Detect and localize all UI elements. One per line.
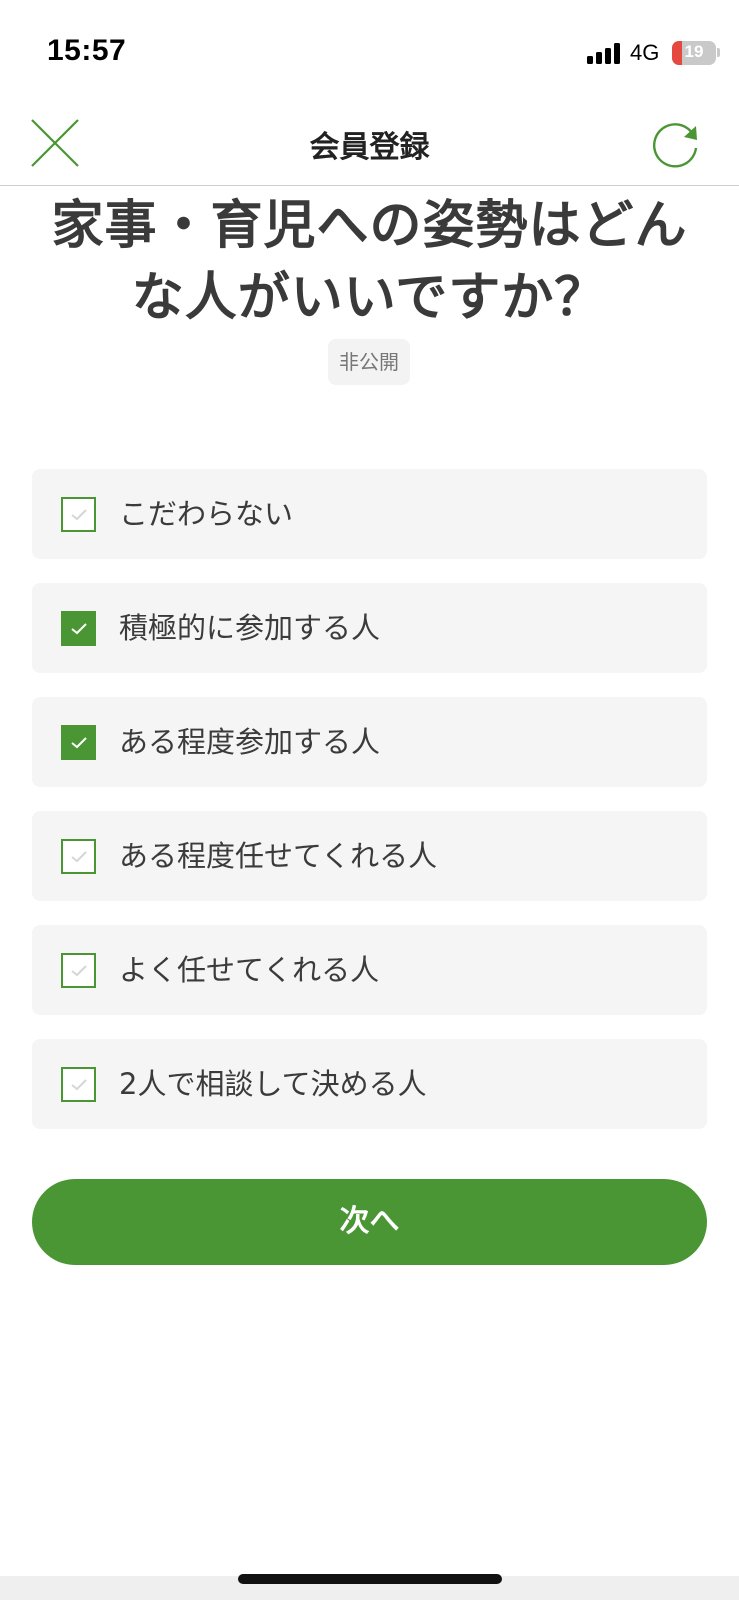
private-badge: 非公開	[328, 339, 410, 385]
check-icon	[71, 623, 87, 635]
status-time: 15:57	[47, 34, 127, 67]
checkbox[interactable]	[61, 953, 96, 988]
check-icon	[71, 509, 87, 521]
checkbox[interactable]	[61, 725, 96, 760]
option-label: よく任せてくれる人	[119, 953, 380, 987]
check-icon	[71, 965, 87, 977]
option-list: こだわらない 積極的に参加する人 ある程度参加する人 ある程度任せてくれる人 よ…	[32, 469, 707, 1153]
question-heading: 家事・育児への姿勢はどん な人がいいですか？	[20, 190, 719, 334]
next-button[interactable]: 次へ	[32, 1179, 707, 1265]
question-line-1: 家事・育児への姿勢はどん	[51, 196, 688, 256]
battery-percent: 19	[684, 42, 704, 61]
check-icon	[71, 737, 87, 749]
reload-icon	[652, 123, 698, 168]
option-item[interactable]: 2人で相談して決める人	[32, 1039, 707, 1129]
status-bar: 15:57 4G 19	[0, 0, 739, 100]
option-item[interactable]: よく任せてくれる人	[32, 925, 707, 1015]
home-indicator[interactable]	[238, 1574, 502, 1584]
option-item[interactable]: ある程度任せてくれる人	[32, 811, 707, 901]
option-label: ある程度参加する人	[119, 725, 381, 759]
checkbox[interactable]	[61, 839, 96, 874]
checkbox[interactable]	[61, 497, 96, 532]
reload-button[interactable]	[650, 118, 702, 170]
nav-header: 会員登録	[0, 100, 739, 186]
signup-screen: 15:57 4G 19 会員登録 家事・育児への姿勢はどん な人がいいですか？ …	[0, 0, 739, 1600]
battery-cap	[717, 48, 720, 57]
checkbox[interactable]	[61, 1067, 96, 1102]
option-item[interactable]: ある程度参加する人	[32, 697, 707, 787]
battery-icon: 19	[672, 41, 716, 65]
option-label: こだわらない	[119, 497, 294, 531]
network-type: 4G	[630, 40, 660, 65]
option-label: 2人で相談して決める人	[119, 1067, 427, 1101]
option-label: 積極的に参加する人	[119, 611, 381, 645]
question-line-2: な人がいいですか？	[131, 268, 608, 328]
option-label: ある程度任せてくれる人	[119, 839, 438, 873]
cellular-signal-icon	[587, 42, 621, 64]
checkbox[interactable]	[61, 611, 96, 646]
check-icon	[71, 1079, 87, 1091]
check-icon	[71, 851, 87, 863]
option-item[interactable]: 積極的に参加する人	[32, 583, 707, 673]
option-item[interactable]: こだわらない	[32, 469, 707, 559]
page-title: 会員登録	[309, 130, 430, 165]
